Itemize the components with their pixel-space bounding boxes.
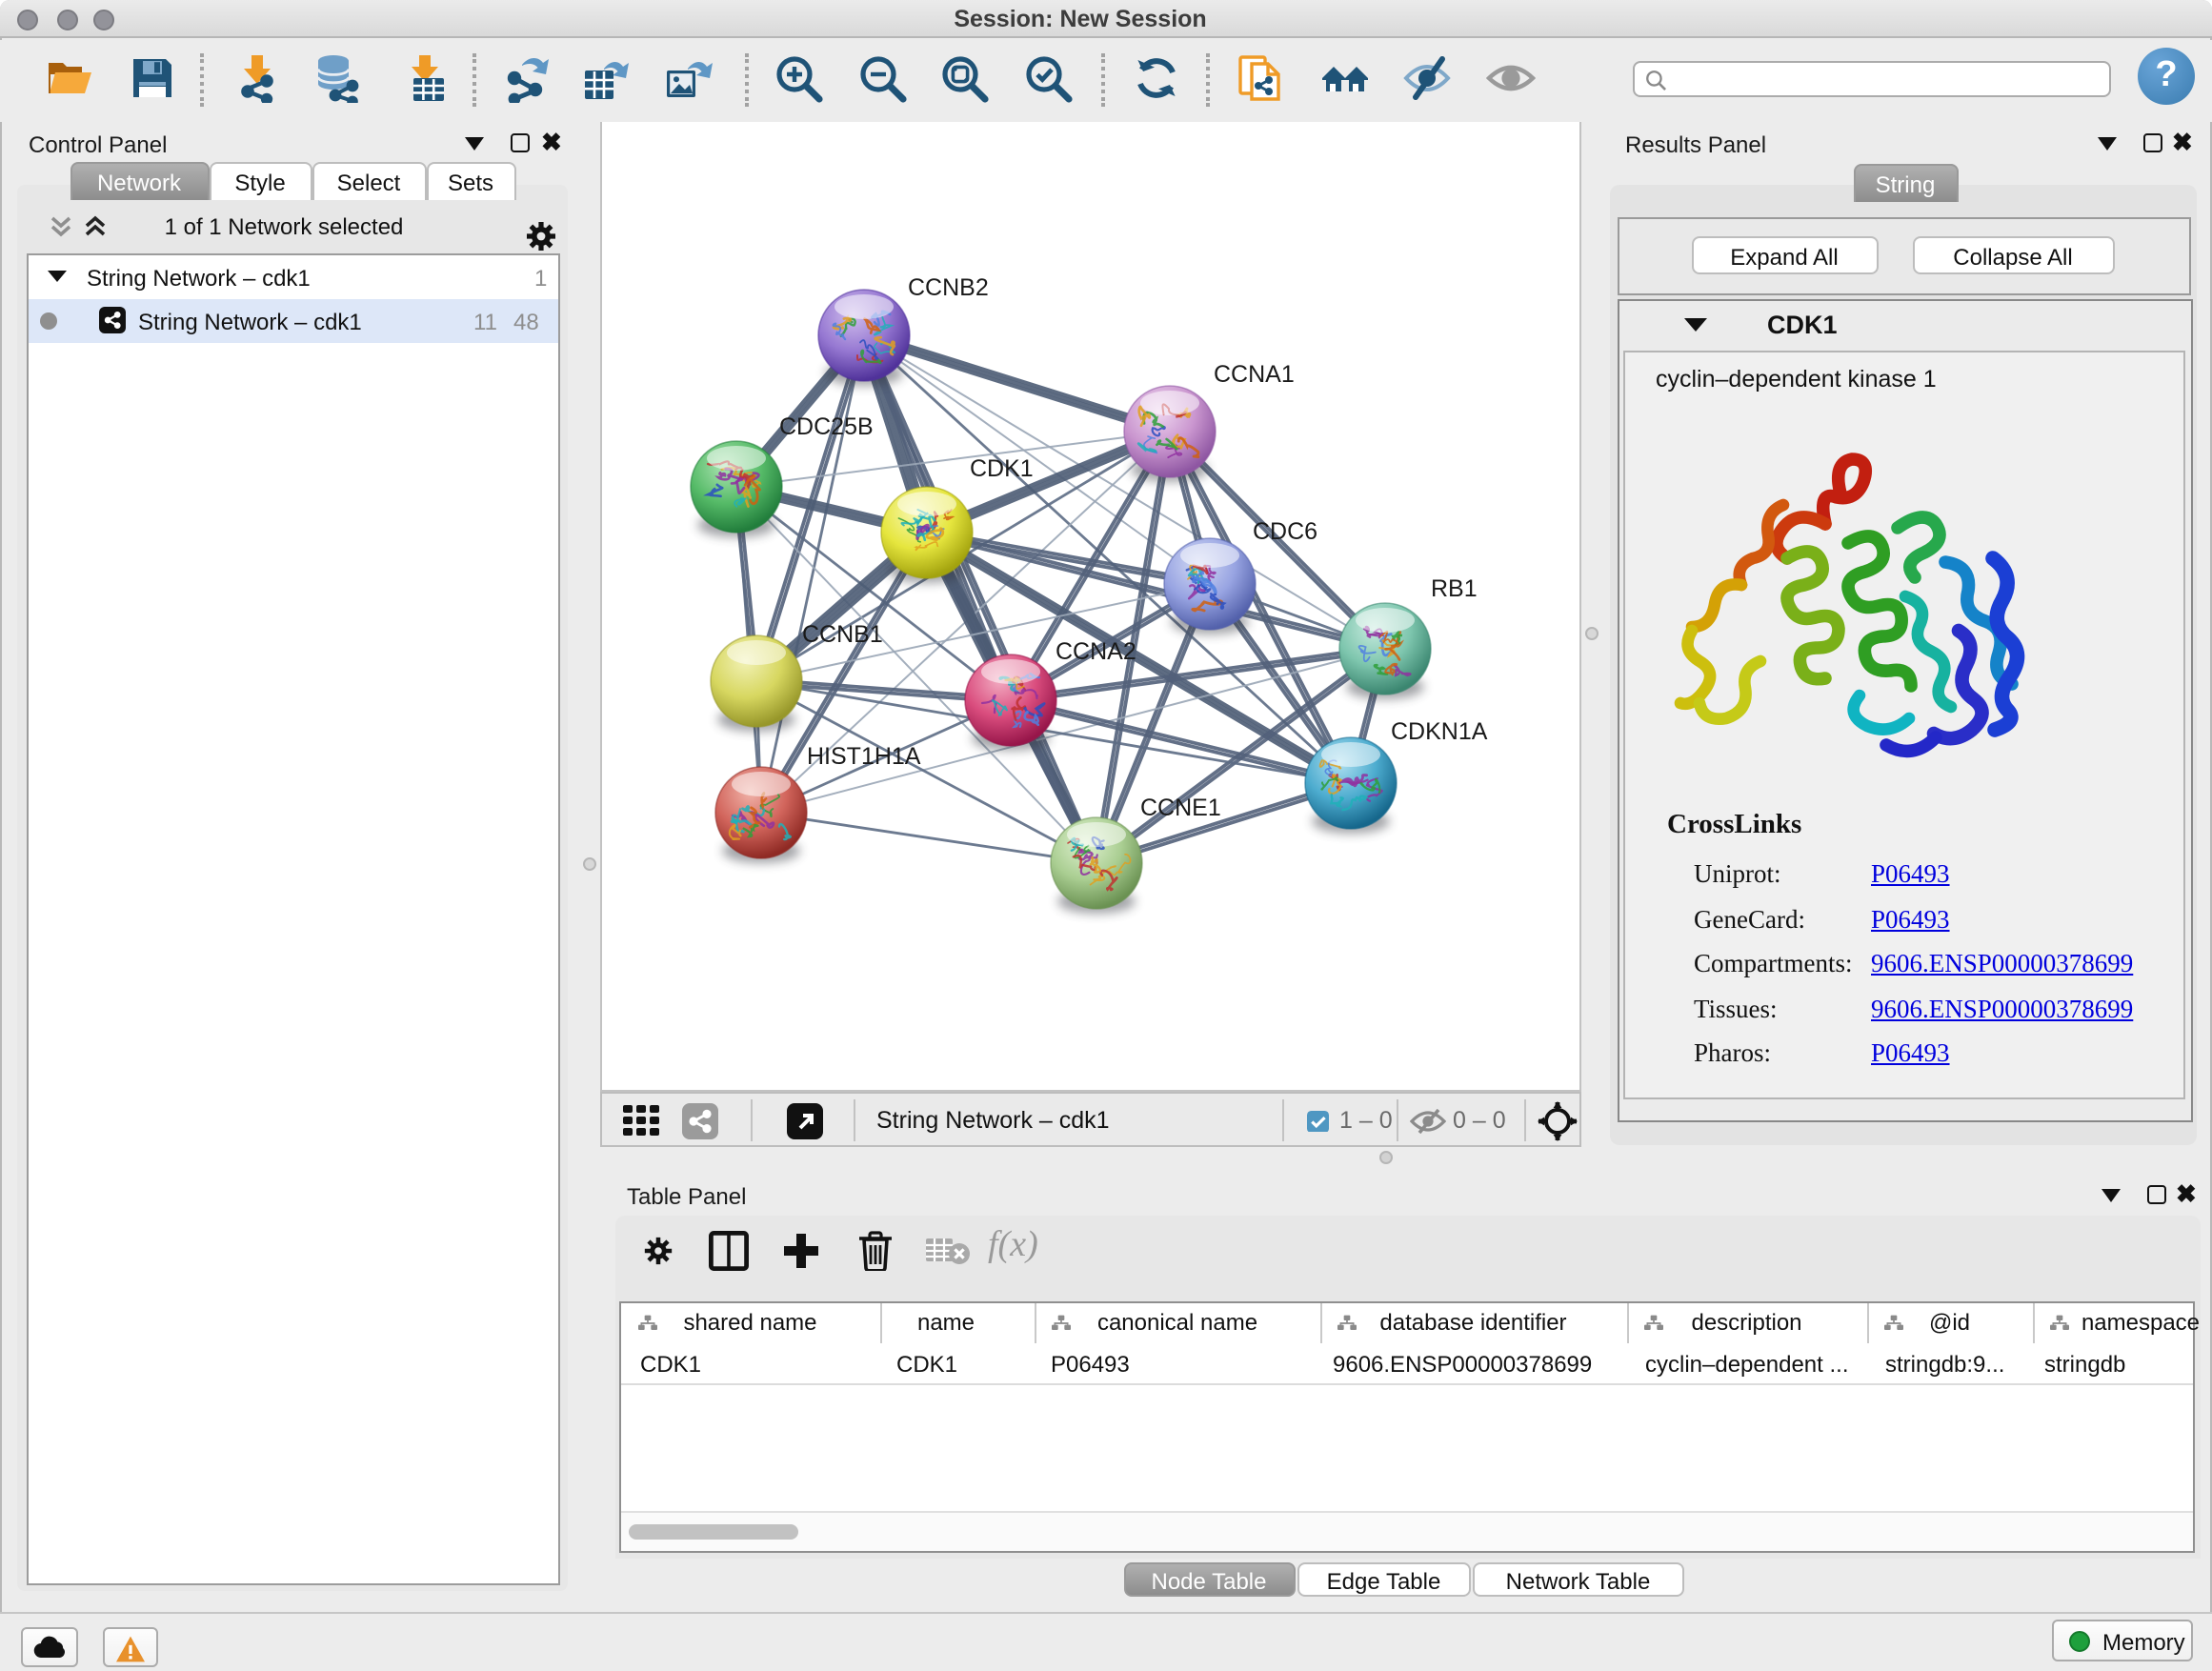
svg-text:CCNE1: CCNE1 xyxy=(1139,794,1220,820)
svg-text:CDC6: CDC6 xyxy=(1252,517,1317,544)
svg-text:CCNB1: CCNB1 xyxy=(801,620,882,647)
svg-text:CCNB2: CCNB2 xyxy=(907,273,988,300)
svg-text:CDKN1A: CDKN1A xyxy=(1390,717,1487,744)
svg-text:CDC25B: CDC25B xyxy=(778,413,873,439)
svg-text:HIST1H1A: HIST1H1A xyxy=(806,742,920,769)
svg-text:CDK1: CDK1 xyxy=(969,454,1033,481)
svg-text:CCNA2: CCNA2 xyxy=(1055,637,1136,664)
svg-text:CCNA1: CCNA1 xyxy=(1213,360,1294,387)
svg-text:RB1: RB1 xyxy=(1430,574,1477,601)
